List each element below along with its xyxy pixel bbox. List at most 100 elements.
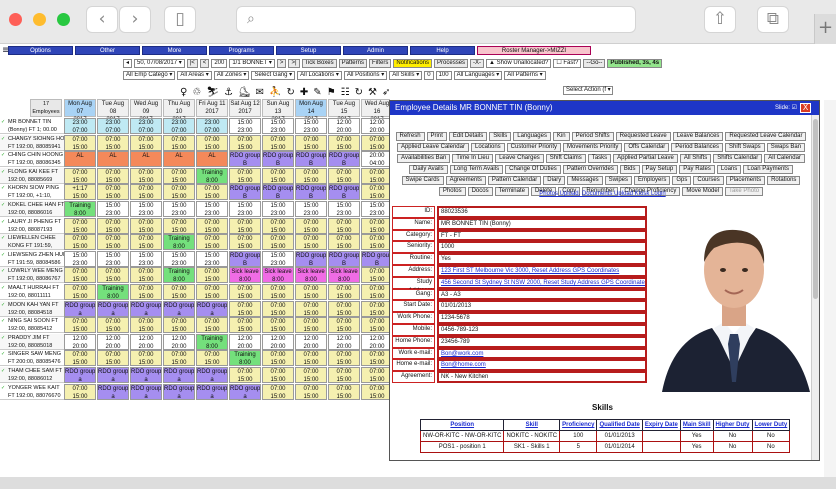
shift-cell[interactable]: 07:00 15:00 bbox=[163, 217, 195, 234]
modal-action-button[interactable]: Kin bbox=[552, 132, 570, 141]
employee-name-cell[interactable]: KHORN SIOW PINGFT 192:00, +1:10, bbox=[0, 184, 64, 201]
shift-cell[interactable]: 07:00 15:00 bbox=[130, 284, 162, 300]
filter-dropdown[interactable]: All Areas ▾ bbox=[177, 70, 212, 80]
modal-action-button[interactable]: Swipes bbox=[604, 176, 633, 185]
shift-cell[interactable]: 15:00 23:00 bbox=[295, 118, 327, 134]
shift-cell[interactable]: 15:00 23:00 bbox=[97, 201, 129, 217]
shift-cell[interactable]: 07:00 15:00 bbox=[97, 317, 129, 334]
shift-cell[interactable]: Sick leave 8:00 bbox=[262, 267, 294, 284]
shift-cell[interactable]: RDO group B bbox=[229, 151, 261, 168]
modal-action-button[interactable]: Period Shifts bbox=[571, 132, 614, 141]
shift-cell[interactable]: 07:00 15:00 bbox=[361, 367, 390, 383]
toolbar-control[interactable]: >| bbox=[288, 58, 300, 68]
employee-name-cell[interactable]: THAM CHEE SAM FT 192:00, 88086012 bbox=[0, 367, 64, 383]
shift-cell[interactable]: 07:00 15:00 bbox=[361, 167, 390, 184]
shift-cell[interactable]: 07:00 15:00 bbox=[262, 234, 294, 251]
shift-cell[interactable]: 12:00 20:00 bbox=[361, 333, 390, 350]
toolbar-control[interactable]: ▲ Show Unallocated? bbox=[486, 58, 552, 68]
shift-cell[interactable]: RDO group a bbox=[64, 300, 96, 317]
shift-cell[interactable]: RDO group a bbox=[229, 383, 261, 400]
shift-cell[interactable]: 07:00 15:00 bbox=[97, 234, 129, 251]
employee-name-cell[interactable]: FLONG KAI KEE FT192:00, 88085669 bbox=[0, 167, 64, 184]
shift-cell[interactable]: 07:00 15:00 bbox=[130, 134, 162, 151]
shift-cell[interactable]: 07:00 15:00 bbox=[196, 350, 228, 367]
day-header[interactable]: Tue Aug 082017 bbox=[97, 99, 129, 123]
menu-item-0[interactable]: Options bbox=[8, 46, 73, 55]
toolbar-control[interactable]: ◂ bbox=[123, 58, 133, 68]
runner-icon[interactable]: ♲ bbox=[192, 87, 201, 98]
shift-cell[interactable]: 15:00 23:00 bbox=[163, 250, 195, 267]
shift-cell[interactable]: 07:00 15:00 bbox=[64, 267, 96, 284]
shift-cell[interactable]: 15:00 23:00 bbox=[328, 201, 360, 217]
toolbar-control[interactable]: Notifications bbox=[393, 58, 433, 68]
modal-action-button[interactable]: Languages bbox=[513, 132, 551, 141]
shift-cell[interactable]: 07:00 15:00 bbox=[64, 383, 96, 400]
shift-cell[interactable]: +1:17 15:00 bbox=[64, 184, 96, 201]
shift-cell[interactable]: 12:00 20:00 bbox=[64, 333, 96, 350]
modal-action-button[interactable]: Daily Avails bbox=[409, 165, 448, 174]
shift-cell[interactable]: 07:00 15:00 bbox=[328, 134, 360, 151]
shift-cell[interactable]: RDO group a bbox=[97, 367, 129, 383]
shift-cell[interactable]: RDO group B bbox=[229, 250, 261, 267]
shift-cell[interactable]: 07:00 15:00 bbox=[295, 217, 327, 234]
shift-cell[interactable]: 07:00 15:00 bbox=[196, 134, 228, 151]
sidebar-icon[interactable]: ▯ bbox=[164, 6, 196, 33]
day-header[interactable]: Wed Aug 162017 bbox=[361, 99, 390, 123]
modal-action-button[interactable]: Pay Rates bbox=[679, 165, 715, 174]
page-scrollbar[interactable] bbox=[824, 100, 836, 477]
shift-cell[interactable]: 07:00 15:00 bbox=[361, 284, 390, 300]
toolbar-control[interactable]: 50, 07/08/2017 ▾ bbox=[134, 58, 185, 68]
shift-cell[interactable]: Training 8:00 bbox=[163, 267, 195, 284]
filter-dropdown[interactable]: All Skills ▾ bbox=[389, 70, 423, 80]
shift-cell[interactable]: 07:00 15:00 bbox=[97, 350, 129, 367]
wrench-icon[interactable]: ⚒ bbox=[368, 87, 377, 98]
modal-action-button[interactable]: Pay Setup bbox=[641, 165, 678, 174]
shift-cell[interactable]: 07:00 15:00 bbox=[130, 234, 162, 251]
shift-cell[interactable]: RDO group B bbox=[328, 184, 360, 201]
filter-dropdown[interactable]: All Zones ▾ bbox=[213, 70, 250, 80]
shift-cell[interactable]: 07:00 15:00 bbox=[229, 217, 261, 234]
shift-cell[interactable]: 07:00 15:00 bbox=[163, 317, 195, 334]
filter-dropdown[interactable]: All Emp Catego ▾ bbox=[123, 70, 176, 80]
select-action-dropdown[interactable]: Select Action (f ▾ bbox=[563, 86, 613, 95]
forward-icon[interactable]: › bbox=[119, 6, 151, 33]
modal-action-button[interactable]: Rotations bbox=[767, 176, 801, 185]
employee-name-cell[interactable]: MOON KAH YAN FT192:00, 88084518 bbox=[0, 300, 64, 317]
shift-cell[interactable]: Training 8:00 bbox=[64, 201, 96, 217]
shift-cell[interactable]: 07:00 15:00 bbox=[328, 300, 360, 317]
modal-action-button[interactable]: Offs Calendar bbox=[624, 143, 670, 152]
skills-column-header[interactable]: Lower Duty bbox=[751, 419, 791, 431]
shift-cell[interactable]: 07:00 15:00 bbox=[361, 350, 390, 367]
toolbar-control[interactable]: Patterns bbox=[338, 58, 367, 68]
modal-action-button[interactable]: Time In Lieu bbox=[452, 154, 494, 163]
detail-value[interactable]: 123 First ST Melbourne Vic 3000, Reset A… bbox=[437, 264, 647, 277]
shift-cell[interactable]: 07:00 15:00 bbox=[262, 167, 294, 184]
filter-dropdown[interactable]: All Locations ▾ bbox=[297, 70, 342, 80]
shift-cell[interactable]: RDO group a bbox=[163, 383, 195, 400]
modal-action-button[interactable]: Placements bbox=[725, 176, 766, 185]
shift-cell[interactable]: 07:00 15:00 bbox=[229, 367, 261, 383]
shift-cell[interactable]: Sick leave 8:00 bbox=[295, 267, 327, 284]
employee-name-cell[interactable]: LIEWELLEN CHEEKONG FT 191:59, bbox=[0, 234, 64, 251]
shift-cell[interactable]: 12:00 20:00 bbox=[163, 333, 195, 350]
shift-cell[interactable]: 07:00 15:00 bbox=[295, 167, 327, 184]
shift-cell[interactable]: 15:00 23:00 bbox=[229, 118, 261, 134]
shift-cell[interactable]: 07:00 15:00 bbox=[130, 184, 162, 201]
shift-cell[interactable]: Training 8:00 bbox=[196, 167, 228, 184]
employee-name-cell[interactable]: YONGER WEE KAITFT 192:00, 88076670 bbox=[0, 383, 64, 400]
shift-cell[interactable]: RDO group a bbox=[130, 367, 162, 383]
shift-cell[interactable]: 23:00 07:00 bbox=[196, 118, 228, 134]
toolbar-control[interactable]: > bbox=[276, 58, 287, 68]
shift-cell[interactable]: 15:00 23:00 bbox=[262, 250, 294, 267]
shift-cell[interactable]: 07:00 15:00 bbox=[196, 184, 228, 201]
filter-dropdown[interactable]: All Positions ▾ bbox=[343, 70, 388, 80]
shift-cell[interactable]: 07:00 15:00 bbox=[361, 317, 390, 334]
roster-manager-badge[interactable]: Roster Manager->MIZZI bbox=[477, 46, 591, 55]
chat-icon[interactable]: ✉ bbox=[256, 87, 264, 98]
shift-cell[interactable]: 07:00 15:00 bbox=[130, 167, 162, 184]
tabs-icon[interactable]: ⧉ bbox=[757, 6, 789, 33]
shift-cell[interactable]: RDO group B bbox=[361, 250, 390, 267]
shift-cell[interactable]: RDO group B bbox=[328, 250, 360, 267]
skills-column-header[interactable]: Main Skill bbox=[679, 419, 714, 431]
shift-cell[interactable]: 07:00 15:00 bbox=[328, 167, 360, 184]
